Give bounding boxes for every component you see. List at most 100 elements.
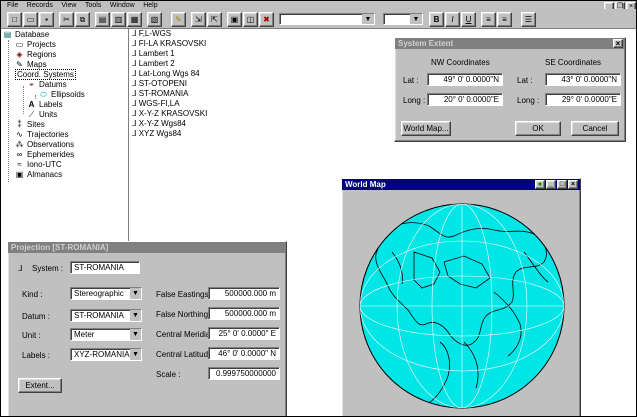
minimize-icon[interactable]: _: [546, 180, 556, 189]
chevron-down-icon[interactable]: ▼: [130, 349, 141, 360]
central-meridian-input[interactable]: 25° 0' 0.0000" E: [208, 327, 280, 340]
restore-icon[interactable]: ❐: [615, 2, 625, 9]
tree-item-regions[interactable]: ◈ Regions: [15, 49, 56, 59]
import-icon[interactable]: ⇲: [191, 12, 206, 27]
unit-select[interactable]: Meter ▼: [70, 328, 142, 341]
properties-icon[interactable]: ▧: [147, 12, 162, 27]
maximize-icon[interactable]: □: [557, 180, 567, 189]
tree-item-labels[interactable]: A Labels: [27, 99, 63, 109]
nw-long-input[interactable]: 20° 0' 0.0000"E: [427, 93, 503, 106]
new-icon[interactable]: □: [7, 12, 22, 27]
align-center-icon[interactable]: ≡: [497, 12, 512, 27]
list-item[interactable]: ⅃ XYZ Wgs84: [132, 129, 181, 139]
menu-view[interactable]: View: [61, 2, 76, 9]
coord-system-icon: ⅃: [18, 264, 23, 273]
align-left-icon[interactable]: ≡: [481, 12, 496, 27]
list-item[interactable]: ⅃ F,L-WGS: [132, 29, 171, 39]
ok-button[interactable]: OK: [515, 121, 561, 136]
edit-icon[interactable]: ✎: [171, 12, 186, 27]
cancel-button[interactable]: Cancel: [571, 121, 619, 136]
underline-icon[interactable]: U: [461, 12, 476, 27]
font-combo[interactable]: ▼: [279, 13, 375, 25]
menu-help[interactable]: Help: [143, 2, 157, 9]
tree-item-sites[interactable]: ⁑ Sites: [15, 119, 45, 129]
observations-icon: ⁂: [15, 139, 24, 149]
list-item[interactable]: ⅃ ST-OTOPENI: [132, 79, 187, 89]
tree-item-database[interactable]: ▤ Database: [3, 29, 50, 39]
chevron-down-icon[interactable]: ▼: [362, 14, 374, 24]
window-icon[interactable]: ▣: [227, 12, 242, 27]
list-item[interactable]: ⅃ Lambert 1: [132, 49, 175, 59]
ellipsoid-icon: ⬭: [40, 89, 47, 99]
chevron-down-icon[interactable]: ▼: [410, 14, 422, 24]
extent-button[interactable]: Extent...: [18, 378, 62, 393]
cut-icon[interactable]: ✂: [59, 12, 74, 27]
tree-item-iono-utc[interactable]: ≈ Iono-UTC: [15, 159, 61, 169]
tree-item-datums[interactable]: ⌖ Datums: [27, 79, 66, 89]
list-item[interactable]: ⅃ X-Y-Z Wgs84: [132, 119, 186, 129]
close-icon[interactable]: ×: [568, 180, 578, 189]
export-icon[interactable]: ⇱: [207, 12, 222, 27]
tree-item-maps[interactable]: ✎ Maps: [15, 59, 46, 69]
menu-tools[interactable]: Tools: [85, 2, 101, 9]
chevron-down-icon[interactable]: ▼: [130, 329, 141, 340]
italic-icon[interactable]: I: [445, 12, 460, 27]
list-item[interactable]: ⅃ FI-LA KRASOVSKI: [132, 39, 206, 49]
false-northings-input[interactable]: 500000.000 m: [208, 307, 280, 320]
scale-input[interactable]: 0.999750000000: [208, 367, 280, 380]
list-item[interactable]: ⅃ Lambert 2: [132, 59, 175, 69]
unit-label: Unit :: [22, 331, 41, 340]
list-item[interactable]: ⅃ WGS-FI,LA: [132, 99, 180, 109]
map-icon[interactable]: ◫: [243, 12, 258, 27]
world-map-window: World Map ● _ □ ×: [341, 178, 581, 417]
paste-icon[interactable]: ▤: [95, 12, 110, 27]
zoom-icon[interactable]: ▦: [127, 12, 142, 27]
list-item[interactable]: ⅃ Lat-Long Wgs 84: [132, 69, 200, 79]
se-lat-input[interactable]: 43° 0' 0.0000"N: [545, 73, 621, 86]
menu-records[interactable]: Records: [27, 2, 53, 9]
labels-label: Labels :: [22, 351, 51, 360]
datum-select[interactable]: ST-ROMANIA ▼: [70, 309, 142, 322]
close-icon[interactable]: ×: [626, 2, 636, 9]
false-eastings-input[interactable]: 500000.000 m: [208, 287, 280, 300]
labels-select[interactable]: XYZ-ROMANIA ▼: [70, 348, 142, 361]
tree-item-coord-systems[interactable]: ⊥Coord. Systems: [15, 68, 76, 80]
tree-item-trajectories[interactable]: ∿ Trajectories: [15, 129, 68, 139]
chevron-down-icon[interactable]: ▼: [130, 288, 141, 299]
trajectories-icon: ∿: [16, 129, 23, 139]
nw-lat-input[interactable]: 49° 0' 0.0000"N: [427, 73, 503, 86]
menu-window[interactable]: Window: [110, 2, 135, 9]
tree-item-ephemerides[interactable]: ∞ Ephemerides: [15, 149, 75, 159]
chevron-down-icon[interactable]: ▼: [130, 310, 141, 321]
save-icon[interactable]: ▪: [39, 12, 54, 27]
world-map-button[interactable]: World Map...: [401, 121, 451, 136]
tree-item-projects[interactable]: ▭ Projects: [15, 39, 56, 49]
copy-icon[interactable]: ⧉: [75, 12, 90, 27]
bold-icon[interactable]: B: [429, 12, 444, 27]
menu-file[interactable]: File: [7, 2, 18, 9]
coord-system-icon: ⅃: [132, 39, 139, 48]
list-item[interactable]: ⅃ X-Y-Z KRASOVSKI: [132, 109, 207, 119]
se-lat-label: Lat :: [517, 76, 533, 85]
kind-select[interactable]: Stereographic ▼: [70, 287, 142, 300]
list-icon[interactable]: ☰: [521, 12, 536, 27]
central-latitude-input[interactable]: 46° 0' 0.0000" N: [208, 347, 280, 360]
close-icon[interactable]: ×: [613, 39, 623, 48]
tree-item-ellipsoids[interactable]: ⬭ Ellipsoids: [39, 89, 85, 99]
delete-icon[interactable]: ✖: [259, 12, 274, 27]
system-input[interactable]: ST-ROMANIA: [70, 261, 140, 274]
sites-icon: ⁑: [17, 119, 22, 129]
open-icon[interactable]: ▭: [23, 12, 38, 27]
list-item[interactable]: ⅃ ST-ROMANIA: [132, 89, 188, 99]
globe-map[interactable]: [344, 192, 578, 417]
se-long-input[interactable]: 29° 0' 0.0000"E: [545, 93, 621, 106]
size-combo[interactable]: ▼: [383, 13, 423, 25]
tree-item-almanacs[interactable]: ▣ Almanacs: [15, 169, 62, 179]
minimize-icon[interactable]: _: [604, 2, 614, 9]
tree-item-units[interactable]: ⟋ Units: [27, 109, 58, 119]
print-icon[interactable]: ▥: [111, 12, 126, 27]
tree-item-observations[interactable]: ⁂ Observations: [15, 139, 75, 149]
globe-icon[interactable]: ●: [535, 180, 545, 189]
coord-system-icon: ⅃: [132, 29, 139, 38]
coord-system-icon: ⅃: [132, 89, 139, 98]
